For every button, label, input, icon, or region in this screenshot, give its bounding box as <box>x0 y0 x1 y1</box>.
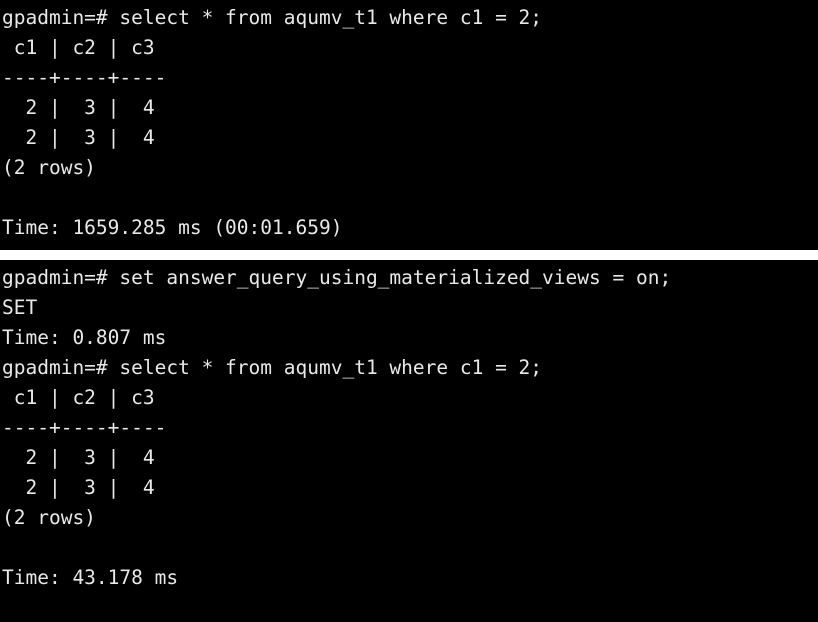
terminal-line: 2 | 3 | 4 <box>2 476 155 499</box>
terminal-line: SET <box>2 296 38 319</box>
terminal-line: 2 | 3 | 4 <box>2 446 155 469</box>
screenshot-root: gpadmin=# select * from aqumv_t1 where c… <box>0 0 818 622</box>
terminal-line: gpadmin=# set answer_query_using_materia… <box>2 266 672 289</box>
terminal-line: 2 | 3 | 4 <box>2 126 155 149</box>
terminal-line: ----+----+---- <box>2 66 167 89</box>
terminal-line: c1 | c2 | c3 <box>2 36 167 59</box>
terminal-line: (2 rows) <box>2 506 96 529</box>
terminal-line: gpadmin=# select * from aqumv_t1 where c… <box>2 356 543 379</box>
terminal-line: ----+----+---- <box>2 416 167 439</box>
terminal-line: 2 | 3 | 4 <box>2 96 155 119</box>
terminal-line: gpadmin=# select * from aqumv_t1 where c… <box>2 6 543 29</box>
top-terminal[interactable]: gpadmin=# select * from aqumv_t1 where c… <box>0 0 818 250</box>
terminal-line: c1 | c2 | c3 <box>2 386 167 409</box>
bottom-terminal[interactable]: gpadmin=# set answer_query_using_materia… <box>0 260 818 622</box>
terminal-line: (2 rows) <box>2 156 96 179</box>
terminal-line: Time: 0.807 ms <box>2 326 167 349</box>
terminal-line: Time: 43.178 ms <box>2 566 179 589</box>
terminal-line: Time: 1659.285 ms (00:01.659) <box>2 216 343 239</box>
terminal-divider <box>0 250 818 260</box>
